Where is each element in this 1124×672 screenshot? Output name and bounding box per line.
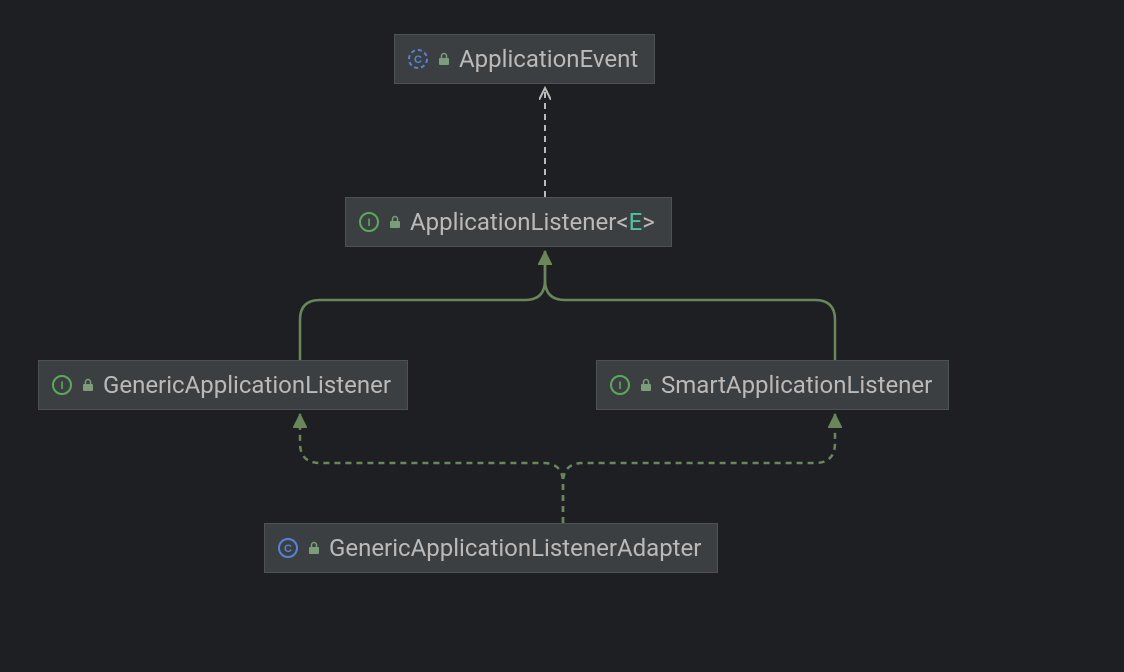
edge-smart-to-listener (545, 251, 835, 360)
lock-icon (437, 52, 451, 66)
lock-icon (388, 215, 402, 229)
edge-generic-to-listener (300, 251, 545, 360)
class-icon: C (277, 537, 299, 559)
lock-icon (307, 541, 321, 555)
node-generic-application-listener[interactable]: I GenericApplicationListener (38, 360, 408, 410)
lock-icon (639, 378, 653, 392)
edge-adapter-to-generic (300, 414, 563, 523)
abstract-class-icon: C (407, 48, 429, 70)
interface-icon: I (609, 374, 631, 396)
node-application-event[interactable]: C ApplicationEvent (394, 34, 655, 84)
svg-text:C: C (284, 543, 292, 555)
svg-text:I: I (618, 380, 621, 392)
node-smart-application-listener[interactable]: I SmartApplicationListener (596, 360, 949, 410)
node-application-listener[interactable]: I ApplicationListener<E> (345, 197, 672, 247)
node-label: ApplicationEvent (459, 45, 638, 73)
edge-adapter-to-smart (563, 414, 835, 523)
svg-text:I: I (60, 380, 63, 392)
svg-text:C: C (414, 54, 422, 66)
node-label: GenericApplicationListenerAdapter (329, 534, 701, 562)
interface-icon: I (51, 374, 73, 396)
lock-icon (81, 378, 95, 392)
node-label: ApplicationListener<E> (410, 208, 655, 236)
node-label: GenericApplicationListener (103, 371, 391, 399)
interface-icon: I (358, 211, 380, 233)
node-label: SmartApplicationListener (661, 371, 932, 399)
node-generic-application-listener-adapter[interactable]: C GenericApplicationListenerAdapter (264, 523, 718, 573)
svg-text:I: I (367, 217, 370, 229)
